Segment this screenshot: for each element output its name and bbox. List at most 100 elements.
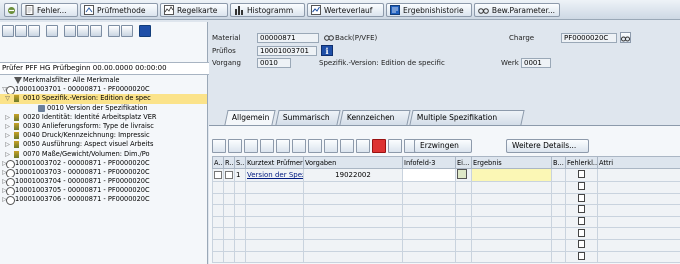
table-cell[interactable] xyxy=(402,192,456,206)
collapse-all-icon[interactable] xyxy=(15,25,27,37)
ergebnis-input[interactable] xyxy=(471,168,552,182)
tree-node[interactable]: ▷ 0040 Druck/Kennzeichnung: Impressic xyxy=(0,131,207,140)
expand-arrow-icon[interactable]: ▷ xyxy=(4,150,11,159)
info-icon[interactable]: i xyxy=(321,45,333,56)
column-header[interactable]: Infofeld-3 xyxy=(402,156,456,169)
detail-icon[interactable] xyxy=(260,139,274,153)
column-header[interactable]: Attri xyxy=(597,156,680,169)
checkbox[interactable] xyxy=(225,171,233,179)
fehlerklasse-cell[interactable] xyxy=(565,168,598,182)
table-cell[interactable] xyxy=(471,238,552,252)
sort-icon[interactable] xyxy=(292,139,306,153)
tree-node[interactable]: ▷ 0070 Maße/Gewicht/Volumen: Dim./Po xyxy=(0,150,207,159)
info-icon[interactable] xyxy=(139,25,151,37)
back-button[interactable] xyxy=(4,3,18,17)
column-header[interactable]: Fehlerkl... xyxy=(565,156,598,169)
fehler-button[interactable]: Fehler... xyxy=(21,3,78,17)
find-icon[interactable] xyxy=(108,25,120,37)
infofeld-cell[interactable] xyxy=(402,168,456,182)
column-header[interactable]: Ei... xyxy=(455,156,472,169)
kurztext-link[interactable]: Version der Spezifika... xyxy=(245,168,304,182)
expand-arrow-icon[interactable]: ▷ xyxy=(4,131,11,140)
table-cell[interactable] xyxy=(471,227,552,240)
tab-summarisch[interactable]: Summarisch xyxy=(275,110,341,125)
table-row[interactable]: 1 Version der Spezifika... 19022002 xyxy=(212,168,680,182)
export-icon[interactable] xyxy=(340,139,354,153)
tree-up-icon[interactable] xyxy=(46,25,58,37)
column-header[interactable]: Ergebnis xyxy=(471,156,552,169)
pruefmethode-button[interactable]: Prüfmethode xyxy=(80,3,158,17)
sum-icon[interactable] xyxy=(308,139,322,153)
column-header[interactable]: Vorgaben xyxy=(303,156,403,169)
tree-node[interactable]: ▷ 10001003703 - 00000871 - PF0000020C xyxy=(0,168,207,178)
tree-node[interactable]: ▷ 0050 Ausführung: Aspect visuel Arbeits xyxy=(0,140,207,149)
tree-node[interactable]: ▽ 0010 Spezifik.-Version: Edition de spec xyxy=(0,94,207,104)
tab-allgemein[interactable]: Allgemein xyxy=(224,110,276,125)
table-cell[interactable] xyxy=(471,215,552,229)
expand-arrow-icon[interactable]: ▷ xyxy=(4,113,11,122)
tree-node[interactable]: Merkmalsfilter Alle Merkmale xyxy=(0,76,207,85)
column-header[interactable]: Kurztext Prüfmerkmal xyxy=(245,156,304,169)
table-row[interactable] xyxy=(212,181,680,194)
tree-node[interactable]: ▷ 10001003702 - 00000871 - PF0000020C xyxy=(0,159,207,168)
table-cell[interactable] xyxy=(402,215,456,229)
table-row[interactable] xyxy=(212,215,680,229)
select-all-icon[interactable] xyxy=(228,139,242,153)
table-cell[interactable] xyxy=(402,238,456,252)
filter-icon[interactable] xyxy=(276,139,290,153)
collapse-arrow-icon[interactable]: ▽ xyxy=(4,94,11,103)
table-cell[interactable] xyxy=(402,204,456,217)
layout-icon[interactable] xyxy=(356,139,370,153)
table-row[interactable] xyxy=(212,238,680,252)
table-cell[interactable] xyxy=(471,204,552,217)
deselect-all-icon[interactable] xyxy=(244,139,258,153)
checkbox[interactable] xyxy=(214,171,222,179)
expand-arrow-icon[interactable]: ▷ xyxy=(4,122,11,131)
table-row[interactable] xyxy=(212,250,680,264)
filter-tree-icon[interactable] xyxy=(28,25,40,37)
column-header[interactable]: B... xyxy=(551,156,566,169)
notes-icon[interactable] xyxy=(388,139,402,153)
tree-node[interactable]: ▷ 0030 Anlieferungsform: Type de livraisc xyxy=(0,122,207,131)
ergebnishistorie-button[interactable]: Ergebnishistorie xyxy=(386,3,472,17)
expand-arrow-icon[interactable]: ▷ xyxy=(4,140,11,149)
tab-kennzeichen[interactable]: Kennzeichen xyxy=(339,110,411,125)
column-header[interactable]: R... xyxy=(223,156,235,169)
bew-parameter-button[interactable]: Bew.Parameter... xyxy=(474,3,560,17)
weitere-details-button[interactable]: Weitere Details... xyxy=(506,139,589,153)
column-header[interactable]: A... xyxy=(212,156,224,169)
table-row[interactable] xyxy=(212,204,680,217)
tree-node[interactable]: ▷ 0020 Identität: Identité Arbeitsplatz V… xyxy=(0,113,207,122)
copy-icon[interactable] xyxy=(90,25,102,37)
werteverlauf-button[interactable]: Werteverlauf xyxy=(307,3,384,17)
print-icon[interactable] xyxy=(324,139,338,153)
glasses-icon[interactable] xyxy=(212,139,226,153)
expand-all-icon[interactable] xyxy=(2,25,14,37)
histogramm-button[interactable]: Histogramm xyxy=(230,3,305,17)
table-row[interactable] xyxy=(212,227,680,240)
tree-node[interactable]: ▽ 10001003701 - 00000871 - PF0000020C xyxy=(0,85,207,95)
tree-node[interactable]: 0010 Version der Spezifikation xyxy=(0,104,207,113)
erzwingen-button[interactable]: Erzwingen xyxy=(414,139,472,153)
charge-detail-button[interactable] xyxy=(620,32,631,43)
save-icon[interactable] xyxy=(64,25,76,37)
tab-multiple-spezifikation[interactable]: Multiple Spezifikation xyxy=(409,110,525,125)
column-header[interactable]: S... xyxy=(234,156,246,169)
tree-node[interactable]: ▷ 10001003704 - 00000871 - PF0000020C xyxy=(0,177,207,187)
tree-node[interactable]: ▷ 10001003705 - 00000871 - PF0000020C xyxy=(0,186,207,196)
accept-checkbox-cell[interactable] xyxy=(212,168,224,182)
table-cell[interactable] xyxy=(402,181,456,194)
record-icon[interactable] xyxy=(372,139,386,153)
table-cell[interactable] xyxy=(402,250,456,264)
reject-checkbox-cell[interactable] xyxy=(223,168,235,182)
entry-icon-cell[interactable] xyxy=(455,168,472,182)
find-next-icon[interactable] xyxy=(121,25,133,37)
entry-icon[interactable] xyxy=(457,169,467,179)
table-cell[interactable] xyxy=(471,181,552,194)
tree-node[interactable]: ▷ 10001003706 - 00000871 - PF0000020C xyxy=(0,195,207,205)
table-cell[interactable] xyxy=(402,227,456,240)
print-icon[interactable] xyxy=(77,25,89,37)
table-cell[interactable] xyxy=(471,250,552,264)
table-cell[interactable] xyxy=(471,192,552,206)
regelkarte-button[interactable]: Regelkarte xyxy=(160,3,228,17)
